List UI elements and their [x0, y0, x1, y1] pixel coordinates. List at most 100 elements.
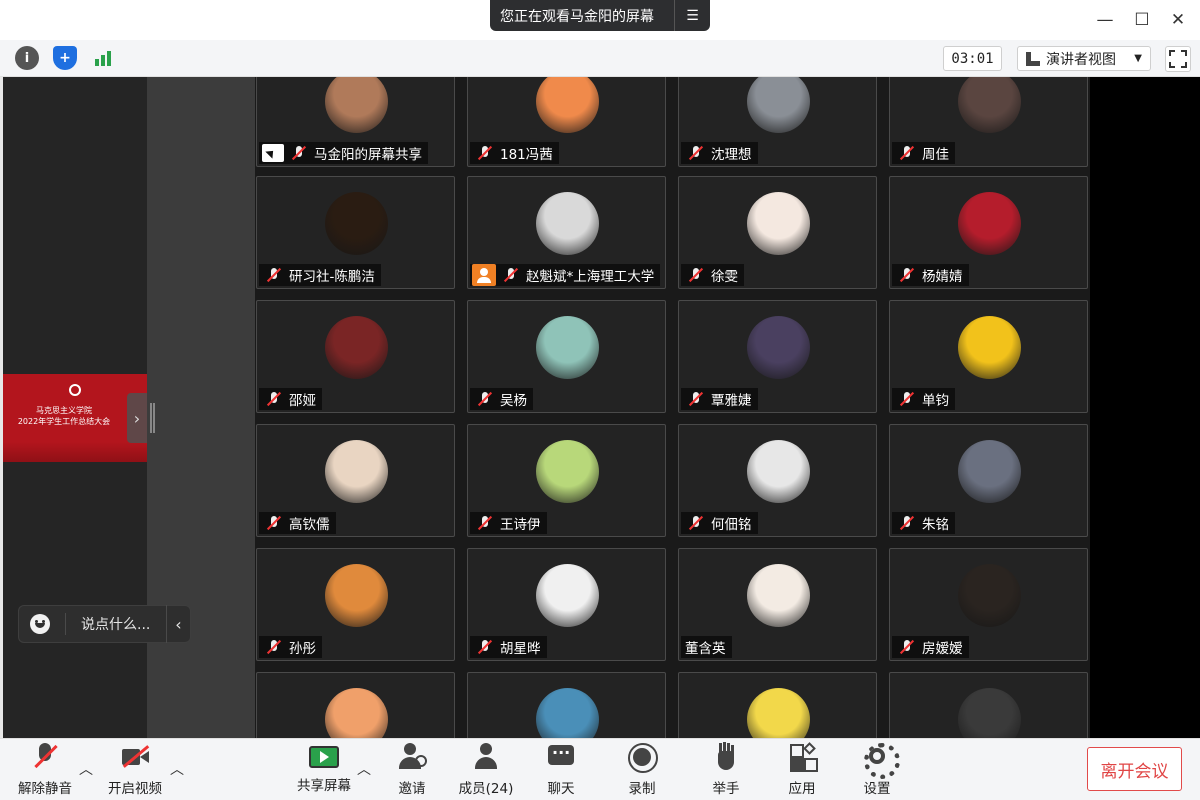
shared-screen-thumbnail[interactable]: 马克思主义学院 2022年学生工作总结大会	[3, 374, 147, 462]
apps-button[interactable]: 应用	[786, 742, 818, 797]
chat-placeholder[interactable]: 说点什么...	[81, 614, 159, 634]
emoji-icon[interactable]	[30, 614, 50, 634]
record-button[interactable]: 录制	[626, 743, 658, 797]
participant-tile[interactable]: 沈理想	[678, 77, 877, 167]
participant-tile[interactable]: 马金阳的屏幕共享	[256, 77, 455, 167]
muted-mic-icon	[685, 388, 707, 410]
participant-tile[interactable]	[678, 672, 877, 738]
participant-tile[interactable]: 吴杨	[467, 300, 666, 413]
share-options-chevron-icon[interactable]: ︿	[357, 759, 371, 779]
leave-meeting-button[interactable]: 离开会议	[1087, 747, 1182, 791]
muted-mic-icon	[896, 388, 918, 410]
participant-name-bar: 单钧	[892, 388, 955, 410]
viewing-banner-text: 您正在观看马金阳的屏幕	[500, 8, 654, 25]
participant-tile[interactable]: 胡星晔	[467, 548, 666, 661]
participant-name: 何佃铭	[711, 517, 752, 533]
participant-name: 吴杨	[500, 393, 527, 409]
person-icon	[472, 264, 496, 286]
participant-name-bar: 邵娅	[259, 388, 322, 410]
maximize-icon[interactable]: ☐	[1130, 8, 1154, 32]
participant-tile[interactable]: 单钧	[889, 300, 1088, 413]
muted-mic-icon	[288, 142, 310, 164]
participant-name: 覃雅婕	[711, 393, 752, 409]
participant-name-bar: 吴杨	[470, 388, 533, 410]
share-screen-button[interactable]: 共享屏幕	[295, 743, 353, 797]
quick-chat-input[interactable]: 说点什么... ‹	[18, 605, 191, 643]
participant-tile[interactable]: 孙彤	[256, 548, 455, 661]
avatar	[536, 440, 599, 503]
participant-tile[interactable]: 王诗伊	[467, 424, 666, 537]
view-mode-dropdown[interactable]: 演讲者视图 ▼	[1017, 46, 1151, 71]
participant-name: 马金阳的屏幕共享	[314, 147, 422, 163]
participant-name: 单钧	[922, 393, 949, 409]
muted-mic-icon	[263, 512, 285, 534]
gallery-margin	[1090, 77, 1200, 738]
unmute-label: 解除静音	[18, 781, 72, 797]
participant-tile[interactable]: 181冯茜	[467, 77, 666, 167]
unmute-button[interactable]: 解除静音	[16, 743, 74, 797]
participant-tile[interactable]: 覃雅婕	[678, 300, 877, 413]
participant-tile[interactable]: 房嫒嫒	[889, 548, 1088, 661]
avatar	[325, 564, 388, 627]
screen-share-icon	[262, 144, 284, 162]
participant-name: 沈理想	[711, 147, 752, 163]
title-bar: 您正在观看马金阳的屏幕 ☰ — ☐ ✕	[0, 0, 1200, 40]
muted-mic-icon	[685, 512, 707, 534]
muted-mic-icon	[263, 636, 285, 658]
participant-tile[interactable]: 朱铭	[889, 424, 1088, 537]
participant-name: 周佳	[922, 147, 949, 163]
share-screen-icon	[309, 746, 339, 768]
chevron-down-icon: ▼	[1134, 53, 1142, 64]
avatar	[325, 440, 388, 503]
chat-divider	[65, 613, 66, 635]
participant-tile[interactable]: 何佃铭	[678, 424, 877, 537]
members-button[interactable]: 成员(24)	[458, 743, 514, 797]
participant-tile[interactable]	[256, 672, 455, 738]
participant-name: 董含英	[685, 641, 726, 657]
avatar	[958, 564, 1021, 627]
participant-tile[interactable]: 董含英	[678, 548, 877, 661]
invite-button[interactable]: 邀请	[396, 743, 428, 797]
participant-tile[interactable]: 周佳	[889, 77, 1088, 167]
participant-name-bar: 赵魁斌*上海理工大学	[470, 264, 661, 286]
participant-tile[interactable]	[467, 672, 666, 738]
muted-mic-icon	[474, 142, 496, 164]
security-shield-icon[interactable]: +	[53, 46, 77, 70]
shared-screen-title: 马克思主义学院	[36, 406, 92, 415]
viewing-banner[interactable]: 您正在观看马金阳的屏幕 ☰	[490, 0, 710, 31]
fullscreen-icon[interactable]	[1165, 46, 1191, 72]
settings-button[interactable]: 设置	[861, 743, 900, 797]
participant-tile[interactable]	[889, 672, 1088, 738]
apps-label: 应用	[788, 781, 816, 797]
minimize-icon[interactable]: —	[1093, 8, 1117, 32]
gear-icon	[862, 743, 900, 779]
info-icon[interactable]: i	[15, 46, 39, 70]
collapse-chevron-icon[interactable]: ‹	[167, 615, 190, 634]
audio-options-chevron-icon[interactable]: ︿	[79, 759, 93, 779]
participant-tile[interactable]: 徐雯	[678, 176, 877, 289]
participant-tile[interactable]: 研习社-陈鹏洁	[256, 176, 455, 289]
view-options-icon[interactable]: ☰	[675, 8, 710, 24]
close-icon[interactable]: ✕	[1166, 8, 1190, 32]
video-options-chevron-icon[interactable]: ︿	[170, 759, 184, 779]
start-video-button[interactable]: 开启视频	[106, 743, 164, 797]
participant-tile[interactable]: 赵魁斌*上海理工大学	[467, 176, 666, 289]
participant-name-bar: 杨婧婧	[892, 264, 969, 286]
muted-mic-icon	[263, 264, 285, 286]
avatar	[747, 688, 810, 738]
signal-icon[interactable]	[91, 46, 115, 70]
avatar	[536, 316, 599, 379]
apps-icon	[787, 742, 818, 772]
resize-handle[interactable]	[150, 403, 155, 433]
avatar	[958, 77, 1021, 133]
invite-label: 邀请	[398, 781, 426, 797]
participant-tile[interactable]: 杨婧婧	[889, 176, 1088, 289]
participant-tile[interactable]: 高钦儒	[256, 424, 455, 537]
expand-panel-chevron-icon[interactable]: ›	[127, 393, 147, 443]
muted-mic-icon	[896, 636, 918, 658]
school-logo	[69, 384, 81, 396]
chat-button[interactable]: 聊天	[545, 743, 577, 797]
record-label: 录制	[628, 781, 656, 797]
participant-tile[interactable]: 邵娅	[256, 300, 455, 413]
raise-hand-button[interactable]: 举手	[710, 743, 742, 797]
